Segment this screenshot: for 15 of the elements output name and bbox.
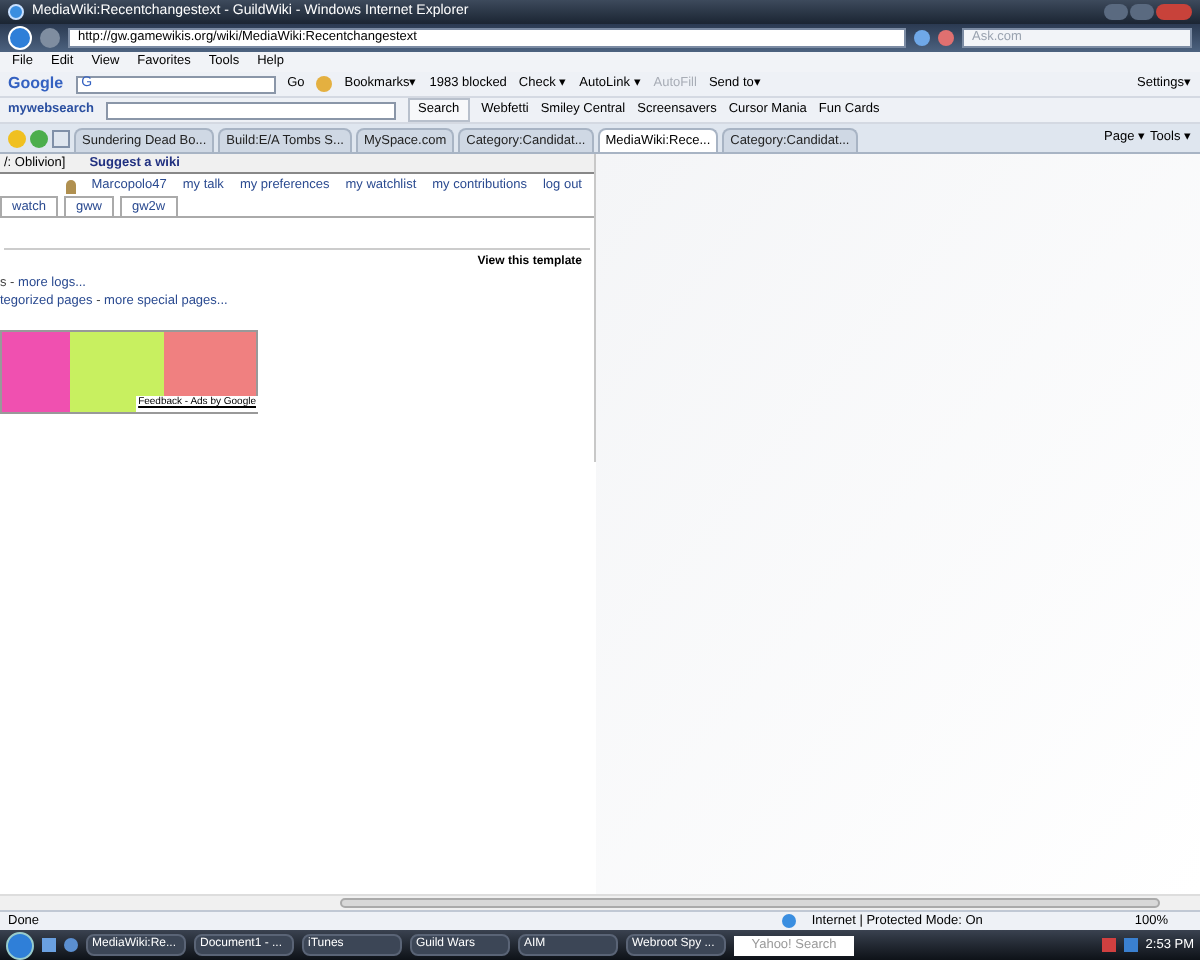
tray-icon[interactable]: [1101, 938, 1116, 952]
google-logo: Google: [8, 72, 64, 96]
websearch-field[interactable]: [106, 101, 396, 119]
quick-tabs-icon[interactable]: [52, 130, 70, 148]
globe-icon: [781, 914, 796, 928]
browser-icon: [8, 4, 24, 20]
back-button[interactable]: [8, 26, 32, 50]
scrollbar-thumb[interactable]: [340, 898, 1160, 908]
user-icon: [65, 179, 76, 193]
browser-icon[interactable]: [64, 938, 78, 952]
minimize-button[interactable]: [1104, 4, 1128, 20]
close-button[interactable]: [1156, 4, 1192, 20]
maximize-button[interactable]: [1130, 4, 1154, 20]
start-button[interactable]: [6, 931, 34, 959]
forward-button[interactable]: [40, 28, 60, 48]
